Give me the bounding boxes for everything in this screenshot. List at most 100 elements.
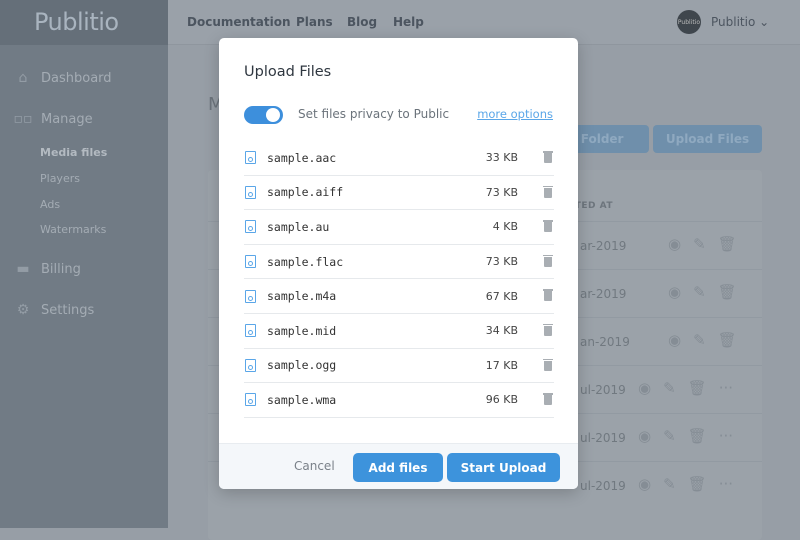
trash-icon[interactable] xyxy=(543,185,553,198)
grid-icon: ▫▫ xyxy=(13,111,33,127)
file-name: sample.aac xyxy=(267,150,337,165)
trash-icon[interactable] xyxy=(543,358,553,371)
cancel-button[interactable]: Cancel xyxy=(294,459,335,473)
file-row: sample.flac 73 KB xyxy=(244,245,554,280)
audio-file-icon xyxy=(245,220,256,234)
edit-icon[interactable]: ✎ xyxy=(663,427,676,445)
trash-icon[interactable]: 🗑 xyxy=(718,235,737,253)
eye-icon[interactable]: ◉ xyxy=(638,427,651,445)
created-date: ul-2019 xyxy=(580,383,626,397)
more-icon[interactable]: ··· xyxy=(719,379,733,397)
trash-icon[interactable]: 🗑 xyxy=(688,427,707,445)
more-icon[interactable]: ··· xyxy=(719,427,733,445)
file-row: sample.ogg 17 KB xyxy=(244,349,554,384)
eye-icon[interactable]: ◉ xyxy=(668,235,681,253)
privacy-toggle[interactable] xyxy=(244,106,283,124)
edit-icon[interactable]: ✎ xyxy=(663,475,676,493)
nav-blog[interactable]: Blog xyxy=(347,15,377,29)
audio-file-icon xyxy=(245,358,256,372)
sidebar-subitem-players[interactable]: Players xyxy=(40,172,80,185)
home-icon: ⌂ xyxy=(18,70,28,86)
edit-icon[interactable]: ✎ xyxy=(693,283,706,301)
sidebar-item-label: Settings xyxy=(41,302,95,318)
toggle-knob xyxy=(266,108,280,122)
file-list: sample.aac 33 KB sample.aiff 73 KB sample.au… xyxy=(244,141,554,418)
file-size: 34 KB xyxy=(485,324,518,338)
sidebar-item-label: Manage xyxy=(41,111,93,127)
trash-icon[interactable]: 🗑 xyxy=(688,379,707,397)
file-row: sample.mid 34 KB xyxy=(244,314,554,349)
chevron-down-icon: ⌄ xyxy=(759,15,770,29)
more-icon[interactable]: ··· xyxy=(719,475,733,493)
file-size: 67 KB xyxy=(485,289,518,303)
file-row: sample.aiff 73 KB xyxy=(244,176,554,211)
sidebar-subitem-ads[interactable]: Ads xyxy=(40,198,60,211)
gear-icon: ⚙ xyxy=(16,302,30,318)
sidebar-item-manage[interactable]: ▫▫ Manage xyxy=(0,111,168,127)
created-date: ar-2019 xyxy=(580,239,627,253)
trash-icon[interactable] xyxy=(543,393,553,406)
created-date: ul-2019 xyxy=(580,479,626,493)
file-size: 73 KB xyxy=(485,255,518,269)
audio-file-icon xyxy=(245,289,256,303)
modal-footer: Cancel Add files Start Upload xyxy=(219,443,578,489)
sidebar-item-billing[interactable]: ▬ Billing xyxy=(0,261,168,277)
user-menu[interactable]: Publitio ⌄ xyxy=(711,15,769,29)
file-size: 33 KB xyxy=(485,151,518,165)
file-name: sample.aiff xyxy=(267,185,344,200)
eye-icon[interactable]: ◉ xyxy=(668,283,681,301)
file-name: sample.wma xyxy=(267,392,337,407)
audio-file-icon xyxy=(245,151,256,165)
audio-file-icon xyxy=(245,185,256,199)
nav-documentation[interactable]: Documentation xyxy=(187,15,291,29)
add-files-button[interactable]: Add files xyxy=(353,453,443,482)
eye-icon[interactable]: ◉ xyxy=(668,331,681,349)
audio-file-icon xyxy=(245,393,256,407)
logo[interactable]: Publitio xyxy=(0,0,168,45)
file-name: sample.ogg xyxy=(267,358,337,373)
file-size: 73 KB xyxy=(485,185,518,199)
created-date: ar-2019 xyxy=(580,287,627,301)
edit-icon[interactable]: ✎ xyxy=(693,331,706,349)
sidebar-item-settings[interactable]: ⚙ Settings xyxy=(0,302,168,318)
file-row: sample.au 4 KB xyxy=(244,210,554,245)
audio-file-icon xyxy=(245,324,256,338)
avatar[interactable]: Publitio xyxy=(677,10,701,34)
nav-plans[interactable]: Plans xyxy=(296,15,333,29)
trash-icon[interactable] xyxy=(543,254,553,267)
file-size: 4 KB xyxy=(492,220,518,234)
file-name: sample.au xyxy=(267,219,330,234)
trash-icon[interactable] xyxy=(543,151,553,163)
more-options-link[interactable]: more options xyxy=(477,107,553,121)
sidebar-item-label: Dashboard xyxy=(41,70,112,86)
trash-icon[interactable] xyxy=(543,289,553,302)
trash-icon[interactable]: 🗑 xyxy=(718,283,737,301)
upload-files-button[interactable]: Upload Files xyxy=(653,125,762,153)
file-name: sample.flac xyxy=(267,254,344,269)
trash-icon[interactable]: 🗑 xyxy=(718,331,737,349)
file-size: 96 KB xyxy=(485,393,518,407)
sidebar-item-label: Billing xyxy=(41,261,81,277)
sidebar-item-dashboard[interactable]: ⌂ Dashboard xyxy=(0,70,168,86)
modal-title: Upload Files xyxy=(244,64,332,80)
sidebar-subitem-media-files[interactable]: Media files xyxy=(40,146,107,159)
file-row: sample.m4a 67 KB xyxy=(244,279,554,314)
eye-icon[interactable]: ◉ xyxy=(638,379,651,397)
edit-icon[interactable]: ✎ xyxy=(663,379,676,397)
edit-icon[interactable]: ✎ xyxy=(693,235,706,253)
user-name: Publitio xyxy=(711,15,756,29)
file-row: sample.aac 33 KB xyxy=(244,141,554,176)
file-row: sample.wma 96 KB xyxy=(244,383,554,418)
upload-files-modal: Upload Files Set files privacy to Public… xyxy=(219,38,578,489)
start-upload-button[interactable]: Start Upload xyxy=(447,453,560,482)
sidebar-subitem-watermarks[interactable]: Watermarks xyxy=(40,223,106,236)
trash-icon[interactable] xyxy=(543,323,553,336)
trash-icon[interactable]: 🗑 xyxy=(688,475,707,493)
eye-icon[interactable]: ◉ xyxy=(638,475,651,493)
created-date: an-2019 xyxy=(580,335,630,349)
file-name: sample.mid xyxy=(267,323,337,338)
trash-icon[interactable] xyxy=(543,220,553,233)
credit-card-icon: ▬ xyxy=(16,261,30,277)
sidebar: Publitio ⌂ Dashboard ▫▫ Manage Media files… xyxy=(0,0,168,528)
nav-help[interactable]: Help xyxy=(393,15,424,29)
